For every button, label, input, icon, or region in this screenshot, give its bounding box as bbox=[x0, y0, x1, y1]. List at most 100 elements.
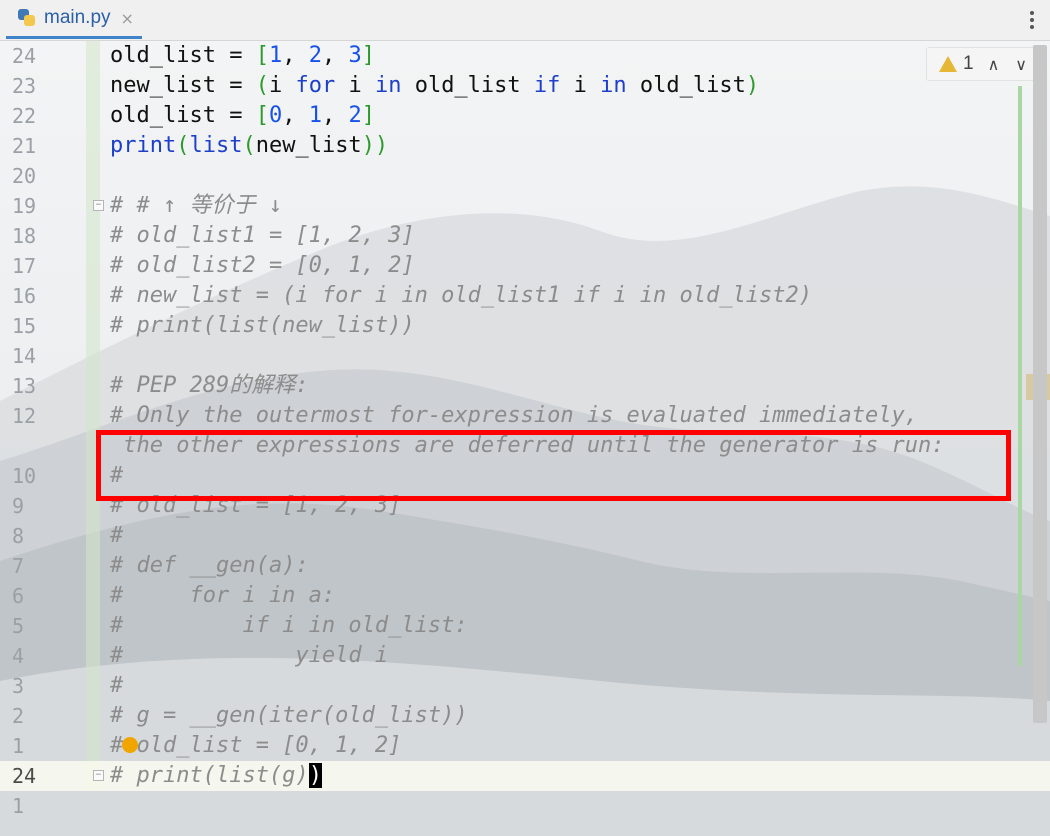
line-number: 24 bbox=[12, 44, 37, 68]
code-token: [ bbox=[255, 43, 269, 68]
code-text: # # ↑ 等价于 ↓ bbox=[110, 191, 282, 221]
code-line[interactable]: 1 # old_list = [0, 1, 2] bbox=[0, 731, 1050, 761]
code-text: new_list = (i for i in old_list if i in … bbox=[110, 71, 759, 101]
code-line[interactable]: 24 # print(list(g)) bbox=[0, 761, 1050, 791]
code-line[interactable]: 6 # for i in a: bbox=[0, 581, 1050, 611]
line-number: 2 bbox=[12, 704, 25, 728]
code-text: # g = __gen(iter(old_list)) bbox=[110, 701, 468, 731]
code-token: old_list bbox=[401, 73, 534, 98]
line-number: 13 bbox=[12, 374, 37, 398]
code-token: # PEP 289的解释: bbox=[110, 373, 309, 398]
code-line[interactable]: 12 # Only the outermost for-expression is… bbox=[0, 401, 1050, 431]
code-token: ) bbox=[308, 763, 322, 788]
code-token: # for i in a: bbox=[110, 583, 336, 608]
line-number: 6 bbox=[12, 584, 25, 608]
line-number: 20 bbox=[12, 164, 37, 188]
tab-main-py[interactable]: main.py × bbox=[6, 0, 142, 39]
code-line[interactable]: 8 # bbox=[0, 521, 1050, 551]
code-editor[interactable]: 24 old_list = [1, 2, 3] 23 new_list = (i fo… bbox=[0, 41, 1050, 836]
vertical-scrollbar[interactable] bbox=[1033, 45, 1047, 723]
code-token: # new_list = (i for i in old_list1 if i … bbox=[110, 283, 812, 308]
code-token: ) bbox=[745, 73, 760, 98]
code-line[interactable]: 14 bbox=[0, 341, 1050, 371]
code-line[interactable]: 23 new_list = (i for i in old_list if i i… bbox=[0, 71, 1050, 101]
code-text: old_list = [1, 2, 3] bbox=[110, 41, 375, 71]
line-number: 22 bbox=[12, 104, 37, 128]
fold-icon[interactable]: − bbox=[93, 200, 104, 211]
code-token: new_list bbox=[255, 133, 362, 158]
code-token: # yield i bbox=[110, 643, 389, 668]
code-line[interactable]: 21 print(list(new_list)) bbox=[0, 131, 1050, 161]
code-token: old_list = bbox=[110, 103, 256, 128]
code-line[interactable]: 24 old_list = [1, 2, 3] bbox=[0, 41, 1050, 71]
line-number: 1 bbox=[12, 734, 25, 758]
code-text: # PEP 289的解释: bbox=[110, 371, 308, 401]
code-text: # def __gen(a): bbox=[110, 551, 309, 581]
previous-problem-icon[interactable]: ∧ bbox=[988, 55, 1000, 74]
code-token: i bbox=[560, 73, 601, 98]
line-number: 14 bbox=[12, 344, 37, 368]
close-tab-icon[interactable]: × bbox=[121, 9, 134, 28]
code-token: in bbox=[600, 73, 627, 98]
line-number: 1 bbox=[12, 794, 25, 818]
code-token: # if i in old_list: bbox=[110, 613, 468, 638]
code-line[interactable]: 7 # def __gen(a): bbox=[0, 551, 1050, 581]
code-text: # bbox=[110, 521, 123, 551]
code-token: 3 bbox=[348, 43, 362, 68]
code-token: for bbox=[295, 73, 336, 98]
code-token: # Only the outermost for-expression is e… bbox=[110, 403, 918, 428]
line-number: 7 bbox=[12, 554, 25, 578]
code-text: # old_list2 = [0, 1, 2] bbox=[110, 251, 415, 281]
code-token: [ bbox=[255, 103, 269, 128]
code-line[interactable]: 16 # new_list = (i for i in old_list1 if … bbox=[0, 281, 1050, 311]
code-token: # print(list(g) bbox=[110, 763, 309, 788]
code-token: # g = __gen(iter(old_list)) bbox=[110, 703, 468, 728]
code-text: old_list = [0, 1, 2] bbox=[110, 101, 375, 131]
code-line[interactable]: 17 # old_list2 = [0, 1, 2] bbox=[0, 251, 1050, 281]
code-token: 0 bbox=[268, 103, 283, 128]
code-token: # print(list(new_list)) bbox=[110, 313, 415, 338]
line-number: 24 bbox=[12, 764, 37, 788]
line-number: 10 bbox=[12, 464, 37, 488]
code-text: # for i in a: bbox=[110, 581, 335, 611]
code-line[interactable]: 4 # yield i bbox=[0, 641, 1050, 671]
code-token: new_list = bbox=[110, 73, 256, 98]
code-token: # # ↑ 等价于 ↓ bbox=[110, 193, 282, 218]
fold-icon[interactable]: − bbox=[93, 770, 104, 781]
code-token: # def __gen(a): bbox=[110, 553, 309, 578]
next-problem-icon[interactable]: ∨ bbox=[1015, 55, 1027, 74]
code-line[interactable]: 15 # print(list(new_list)) bbox=[0, 311, 1050, 341]
code-text: # old_list = [0, 1, 2] bbox=[110, 731, 401, 761]
code-line[interactable]: 18 # old_list1 = [1, 2, 3] bbox=[0, 221, 1050, 251]
code-line[interactable]: 20 bbox=[0, 161, 1050, 191]
code-text: print(list(new_list)) bbox=[110, 131, 388, 161]
inspection-widget[interactable]: 1 ∧ ∨ bbox=[926, 47, 1046, 81]
code-text: # new_list = (i for i in old_list1 if i … bbox=[110, 281, 812, 311]
code-token: , bbox=[321, 43, 349, 68]
code-token: list bbox=[189, 133, 243, 158]
code-token: , bbox=[282, 103, 309, 128]
line-number: 21 bbox=[12, 134, 37, 158]
tab-label: main.py bbox=[44, 7, 111, 28]
code-line[interactable]: 5 # if i in old_list: bbox=[0, 611, 1050, 641]
code-text: # print(list(new_list)) bbox=[110, 311, 415, 341]
code-line[interactable]: 1 bbox=[0, 791, 1050, 821]
change-marker-track bbox=[1018, 86, 1022, 666]
code-line[interactable]: 3 # bbox=[0, 671, 1050, 701]
code-token: # old_list1 = [1, 2, 3] bbox=[110, 223, 415, 248]
code-line[interactable]: 13 # PEP 289的解释: bbox=[0, 371, 1050, 401]
code-line[interactable]: 19 # # ↑ 等价于 ↓ bbox=[0, 191, 1050, 221]
code-token: , bbox=[282, 43, 309, 68]
line-number: 18 bbox=[12, 224, 37, 248]
code-token: ( bbox=[176, 133, 190, 158]
code-token: ] bbox=[361, 103, 375, 128]
lightbulb-icon[interactable] bbox=[122, 737, 138, 753]
more-options-icon[interactable] bbox=[1030, 8, 1036, 32]
code-line[interactable]: 2 # g = __gen(iter(old_list)) bbox=[0, 701, 1050, 731]
line-number: 8 bbox=[12, 524, 25, 548]
code-token: , bbox=[321, 103, 349, 128]
warning-count: 1 bbox=[963, 53, 974, 74]
warning-icon bbox=[939, 56, 957, 72]
code-token: 2 bbox=[348, 103, 362, 128]
code-line[interactable]: 22 old_list = [0, 1, 2] bbox=[0, 101, 1050, 131]
